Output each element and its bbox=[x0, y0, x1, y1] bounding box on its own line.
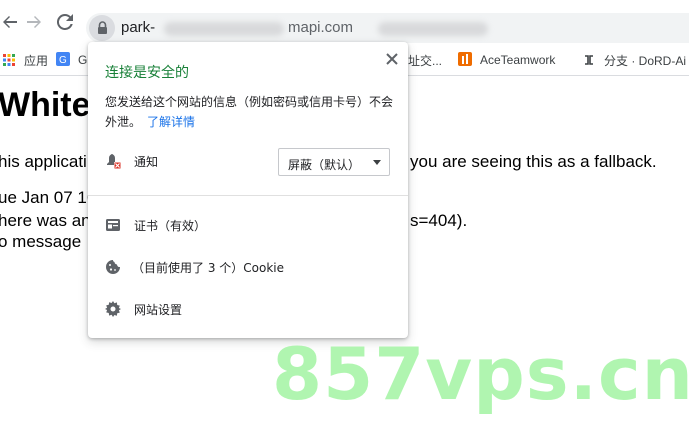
url-redaction bbox=[378, 22, 488, 36]
notification-select-value: 屏蔽（默认） bbox=[288, 158, 361, 172]
address-bar[interactable]: park- mapi.com bbox=[86, 13, 689, 43]
bookmark-label: 址交... bbox=[408, 54, 443, 68]
apps-grid-icon bbox=[3, 54, 15, 66]
bookmark-apps[interactable]: 应用 bbox=[2, 52, 48, 69]
cookies-row[interactable]: （目前使用了 3 个）Cookie bbox=[88, 247, 408, 287]
arrow-right-icon bbox=[27, 16, 41, 28]
connection-secure-title: 连接是安全的 bbox=[105, 65, 189, 81]
notification-select[interactable]: 屏蔽（默认） bbox=[278, 148, 390, 176]
bookmark-label: AceTeamwork bbox=[480, 53, 556, 67]
page-text-line: his applicati bbox=[0, 152, 87, 171]
bookmark-translate[interactable]: GG bbox=[56, 52, 87, 67]
bookmark-label: 分支 · DoRD-Ai bbox=[604, 54, 687, 68]
page-text-line: here was an bbox=[0, 211, 91, 230]
cookie-label: （目前使用了 3 个）Cookie bbox=[132, 261, 284, 275]
divider bbox=[88, 195, 408, 196]
url-suffix: mapi.com bbox=[288, 19, 354, 36]
page-text-line: ue Jan 07 16 bbox=[0, 188, 97, 207]
notification-blocked-icon bbox=[107, 154, 121, 169]
chevron-down-icon bbox=[373, 160, 381, 165]
site-info-button[interactable] bbox=[89, 15, 115, 41]
notification-label: 通知 bbox=[134, 155, 159, 169]
page-text-line: s=404). bbox=[410, 211, 468, 230]
learn-more-link[interactable]: 了解详情 bbox=[147, 115, 195, 129]
watermark: 857vps.cn bbox=[272, 332, 689, 416]
site-settings-row[interactable]: 网站设置 bbox=[88, 289, 408, 329]
arrow-left-icon bbox=[3, 16, 17, 28]
bookmark-aceteamwork[interactable]: AceTeamwork bbox=[458, 52, 555, 67]
security-description: 您发送给这个网站的信息（例如密码或信用卡号）不会外泄。 了解详情 bbox=[105, 92, 397, 132]
certificate-icon bbox=[106, 219, 120, 231]
bookmark-label: 应用 bbox=[24, 54, 49, 68]
aceteamwork-icon bbox=[458, 52, 472, 66]
branch-icon bbox=[585, 55, 593, 65]
reload-button[interactable] bbox=[55, 13, 75, 34]
certificate-label: 证书（有效） bbox=[134, 219, 207, 233]
back-button[interactable] bbox=[0, 14, 20, 34]
cookie-icon bbox=[106, 260, 120, 274]
close-button[interactable] bbox=[382, 50, 402, 70]
bookmark-label: G bbox=[78, 53, 88, 67]
lock-icon bbox=[98, 21, 107, 34]
certificate-row[interactable]: 证书（有效） bbox=[88, 205, 408, 245]
url-redaction bbox=[164, 22, 284, 36]
site-info-popup: 连接是安全的 您发送给这个网站的信息（例如密码或信用卡号）不会外泄。 了解详情 通… bbox=[88, 42, 408, 338]
gear-icon bbox=[105, 301, 121, 317]
reload-icon bbox=[56, 13, 73, 30]
url-prefix: park- bbox=[121, 19, 156, 36]
bookmark-item[interactable]: 址交... bbox=[408, 52, 442, 69]
google-translate-icon: G bbox=[56, 52, 70, 66]
close-icon bbox=[386, 53, 398, 65]
svg-text:G: G bbox=[59, 55, 67, 66]
browser-toolbar: park- mapi.com bbox=[0, 0, 689, 45]
forward-button[interactable] bbox=[24, 14, 44, 34]
page-text-line: you are seeing this as a fallback. bbox=[410, 152, 657, 171]
bookmark-branch[interactable]: 分支 · DoRD-Ai bbox=[582, 52, 686, 69]
page-title: Whitel bbox=[0, 86, 100, 124]
page-text-line: o message bbox=[0, 232, 82, 251]
site-settings-label: 网站设置 bbox=[134, 303, 183, 317]
